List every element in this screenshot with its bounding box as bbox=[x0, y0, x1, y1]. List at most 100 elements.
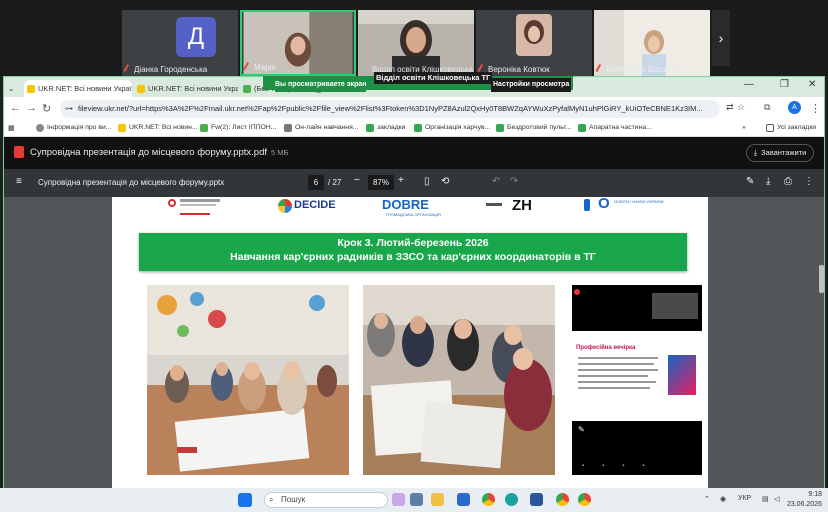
participant-name: Діанка Городенська bbox=[134, 65, 208, 74]
site-info-icon[interactable]: ⊶ bbox=[65, 100, 73, 118]
download-icon: ⤓ bbox=[753, 148, 758, 157]
annotate-pen-icon[interactable]: ✎ bbox=[746, 176, 754, 187]
mic-muted-icon bbox=[123, 64, 133, 74]
file-explorer-icon[interactable] bbox=[431, 493, 444, 506]
menu-kebab-icon[interactable]: ⋮ bbox=[810, 102, 821, 115]
zoom-out-icon[interactable]: − bbox=[354, 175, 360, 186]
fit-page-icon[interactable]: ▯ bbox=[424, 176, 430, 187]
pdf-page-area[interactable]: DECIDE DOBRE ГРОМАДСЬКА ОРГАНІЗАЦІЯ ZH О… bbox=[4, 197, 819, 489]
undo-icon[interactable]: ↶ bbox=[492, 176, 500, 187]
bookmark-item[interactable]: Організація харчув... bbox=[414, 124, 490, 132]
bookmark-label: Бездротовий пульт... bbox=[507, 124, 572, 131]
store-icon[interactable] bbox=[457, 493, 470, 506]
participant-tile[interactable]: Марія bbox=[240, 10, 356, 76]
profile-avatar[interactable]: A bbox=[788, 101, 801, 114]
keyboard-language[interactable]: УКР bbox=[738, 495, 751, 502]
bookmarks-bar: ▦ Інформація про ви... UKR.NET: Всі нови… bbox=[4, 121, 824, 137]
logo-text: DECIDE bbox=[294, 199, 336, 211]
confederation-logo bbox=[162, 197, 222, 219]
bookmark-item[interactable]: закладки bbox=[366, 124, 405, 132]
chrome-profile-icon[interactable] bbox=[556, 493, 569, 506]
shield-icon bbox=[284, 124, 292, 132]
slide-heading-line1: Крок 3. Лютий-березень 2026 bbox=[337, 237, 489, 249]
bookmark-item[interactable]: UKR.NET: Всі новин... bbox=[118, 124, 198, 132]
rotate-icon[interactable]: ⟲ bbox=[441, 176, 449, 187]
tab-label: UKR.NET: Всі новини України bbox=[38, 84, 132, 93]
folder-icon bbox=[766, 124, 774, 132]
pen-icon: ✎ bbox=[578, 425, 585, 434]
tray-chevron-icon[interactable]: ⌃ bbox=[704, 495, 710, 503]
zoom-level-input[interactable]: 87% bbox=[368, 175, 394, 190]
file-viewer-header: Супровідна презентація до місцевого фору… bbox=[4, 137, 824, 169]
bookmark-item[interactable]: Fw(2): Лист ІППОН... bbox=[200, 124, 276, 132]
participant-thumbnail bbox=[652, 293, 698, 319]
forward-icon[interactable]: → bbox=[26, 102, 37, 114]
widgets-icon[interactable] bbox=[392, 493, 405, 506]
dobre-logo: DOBRE ГРОМАДСЬКА ОРГАНІЗАЦІЯ bbox=[382, 197, 452, 219]
back-icon[interactable]: ← bbox=[10, 102, 21, 114]
download-button[interactable]: ⤓ Завантажити bbox=[746, 144, 814, 162]
edge-icon[interactable] bbox=[505, 493, 518, 506]
url-input[interactable]: ⊶ fileview.ukr.net/?url=https%3A%2F%2Fma… bbox=[60, 100, 720, 118]
url-text: fileview.ukr.net/?url=https%3A%2F%2Fmail… bbox=[78, 104, 703, 113]
slide-page: DECIDE DOBRE ГРОМАДСЬКА ОРГАНІЗАЦІЯ ZH О… bbox=[112, 197, 708, 489]
bookmark-item[interactable]: Апаратна частина... bbox=[578, 124, 652, 132]
page-total: / 27 bbox=[328, 178, 342, 187]
download-icon[interactable]: ⤓ bbox=[766, 176, 770, 187]
page-number-input[interactable]: 6 bbox=[308, 175, 324, 190]
chrome-icon[interactable] bbox=[482, 493, 495, 506]
tab-list-chevron-icon[interactable]: ⌄ bbox=[8, 80, 18, 97]
network-icon[interactable]: ▤ bbox=[762, 495, 769, 503]
word-icon[interactable] bbox=[530, 493, 543, 506]
bookmark-item[interactable]: Бездротовий пульт... bbox=[496, 124, 572, 132]
bookmark-star-icon[interactable]: ☆ bbox=[737, 102, 745, 113]
scrollbar-thumb[interactable] bbox=[819, 265, 824, 293]
minimize-icon[interactable]: — bbox=[744, 79, 754, 90]
reload-icon[interactable]: ↻ bbox=[42, 102, 51, 115]
taskbar-clock[interactable]: 9:18 23.06.2026 bbox=[778, 490, 822, 510]
participant-tile[interactable]: Д Діанка Городенська bbox=[122, 10, 238, 76]
call-controls: ▪▪▪▪ bbox=[582, 463, 663, 469]
more-bookmarks-button[interactable]: » bbox=[742, 124, 746, 131]
bookmark-label: UKR.NET: Всі новин... bbox=[129, 124, 198, 131]
participant-tile[interactable]: Вероніка Ковтюк bbox=[476, 10, 592, 76]
mail-favicon-icon bbox=[200, 124, 208, 132]
globe-icon bbox=[36, 124, 44, 132]
participant-name: Катерина Василів... bbox=[606, 64, 688, 74]
bookmark-label: Інформація про ви... bbox=[47, 124, 112, 131]
tab-ukrnet-2[interactable]: UKR.NET: Всі новини Україн bbox=[134, 80, 238, 97]
pdf-scrollbar[interactable] bbox=[819, 197, 824, 489]
close-icon[interactable]: ✕ bbox=[808, 79, 816, 90]
maximize-icon[interactable]: ❐ bbox=[780, 79, 789, 90]
participant-tile[interactable]: Катерина Василів... bbox=[594, 10, 710, 76]
next-participants-button[interactable]: › bbox=[712, 10, 730, 66]
participant-name: Вероніка Ковтюк bbox=[488, 65, 550, 74]
plus-icon bbox=[496, 124, 504, 132]
bookmark-item[interactable]: Он-лайн навчання... bbox=[284, 124, 359, 132]
view-settings-button[interactable]: Настройки просмотра bbox=[491, 78, 572, 92]
zn-logo: ZH bbox=[512, 197, 536, 219]
zoom-in-icon[interactable]: + bbox=[398, 175, 404, 186]
taskbar-search-input[interactable]: ⌕ Пошук bbox=[264, 492, 388, 508]
extensions-icon[interactable]: ⧉ bbox=[764, 102, 770, 113]
notification-icon[interactable]: ◉ bbox=[720, 495, 726, 503]
all-bookmarks-button[interactable]: Усі закладки bbox=[766, 124, 816, 132]
redo-icon[interactable]: ↷ bbox=[510, 176, 518, 187]
windows-taskbar: ⌕ Пошук ⌃ ◉ УКР ▤ ◁ 9:18 23.06.2026 bbox=[0, 488, 828, 512]
more-options-icon[interactable]: ⋮ bbox=[804, 176, 814, 187]
search-icon: ⌕ bbox=[269, 495, 274, 504]
file-size: 5 МБ bbox=[271, 148, 289, 157]
windows-start-icon[interactable] bbox=[238, 493, 252, 507]
decide-emblem-icon bbox=[278, 199, 292, 213]
apps-grid-icon[interactable]: ▦ bbox=[8, 124, 14, 132]
print-icon[interactable]: ⎙ bbox=[784, 176, 792, 187]
chrome-profile-2-icon[interactable] bbox=[578, 493, 591, 506]
menu-hamburger-icon[interactable]: ≡ bbox=[16, 176, 22, 187]
participant-tile[interactable]: Відділ освіти Клішковецька ТГ bbox=[358, 10, 474, 76]
tab-ukrnet[interactable]: UKR.NET: Всі новини України bbox=[24, 80, 132, 97]
file-title: Супровідна презентація до місцевого фору… bbox=[30, 147, 288, 158]
bookmark-item[interactable]: Інформація про ви... bbox=[36, 124, 112, 132]
translate-icon[interactable]: ⇄ bbox=[726, 102, 734, 113]
task-view-icon[interactable] bbox=[410, 493, 423, 506]
ukrnet-favicon-icon bbox=[137, 85, 145, 93]
